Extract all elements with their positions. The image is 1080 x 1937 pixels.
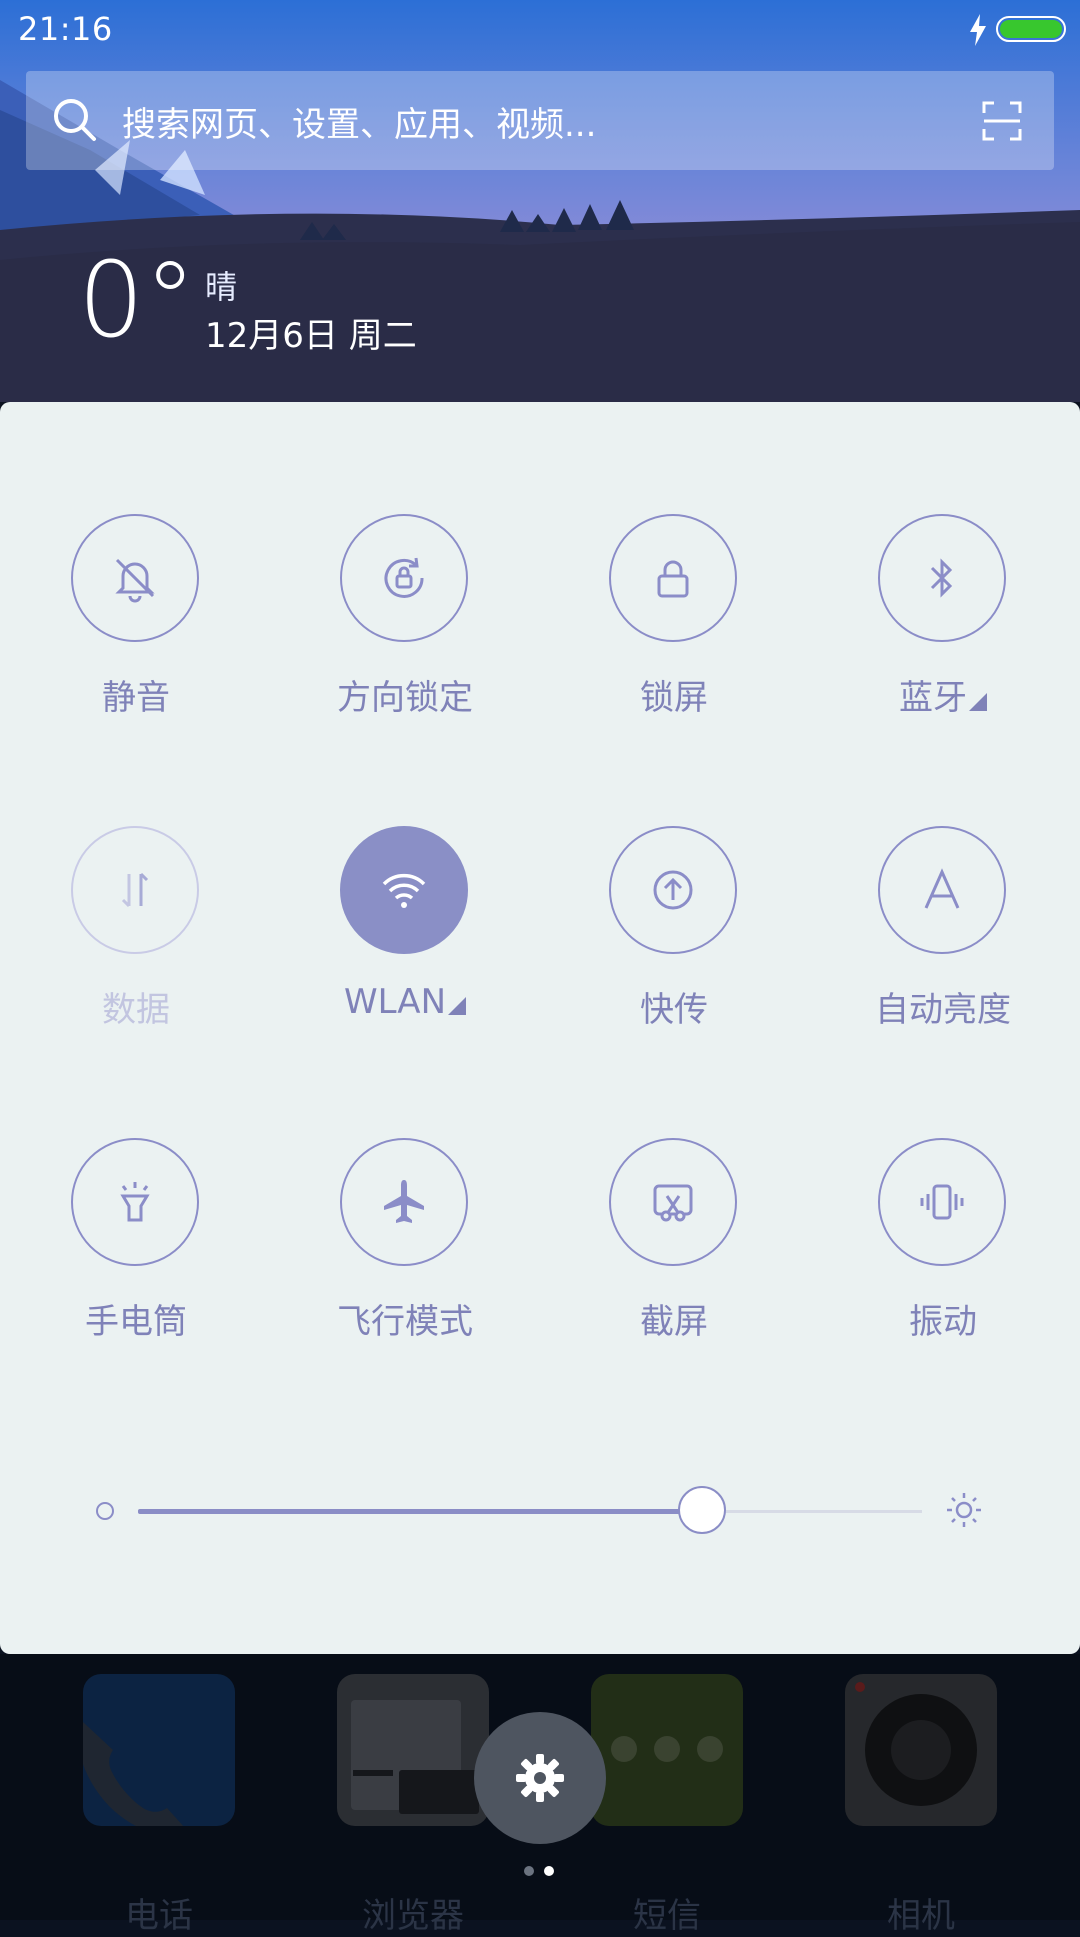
app-browser[interactable]: 浏览器 [337, 1674, 489, 1936]
tile-silent[interactable]: 静音 [11, 514, 261, 744]
tile-lock-screen[interactable]: 锁屏 [549, 514, 799, 744]
share-upload-icon [609, 826, 737, 954]
tile-label: 快传 [640, 990, 708, 1030]
gear-icon [516, 1754, 564, 1802]
status-bar: 21:16 [0, 0, 1080, 60]
airplane-icon [340, 1138, 468, 1266]
brightness-slider-fill [138, 1509, 702, 1514]
menu-triangle-icon [448, 997, 467, 1015]
weather-condition: 晴 [205, 268, 238, 306]
tile-flashlight[interactable]: 手电筒 [11, 1138, 261, 1368]
app-label: 短信 [633, 1896, 701, 1936]
clock: 21:16 [18, 10, 113, 48]
tile-vibrate[interactable]: 振动 [818, 1138, 1068, 1368]
flashlight-icon [71, 1138, 199, 1266]
app-label: 电话 [125, 1896, 193, 1936]
app-label: 相机 [887, 1896, 955, 1936]
tile-label: 飞行模式 [337, 1302, 473, 1342]
screenshot-icon [609, 1138, 737, 1266]
tile-label: 手电筒 [85, 1302, 187, 1342]
camera-icon [845, 1674, 997, 1826]
brightness-slider-thumb[interactable] [678, 1486, 726, 1534]
app-phone[interactable]: 电话 [83, 1674, 235, 1936]
data-transfer-icon [71, 826, 199, 954]
tile-label: 锁屏 [640, 678, 708, 718]
tile-label-text: 蓝牙 [899, 678, 967, 718]
messages-icon [591, 1674, 743, 1826]
charging-icon [970, 14, 986, 46]
search-bar[interactable]: 搜索网页、设置、应用、视频... [26, 71, 1054, 170]
tile-label-text: WLAN [343, 982, 447, 1022]
date: 12月6日 周二 [205, 316, 417, 356]
page-dot-active [544, 1866, 554, 1876]
app-label: 浏览器 [362, 1896, 464, 1936]
search-input[interactable]: 搜索网页、设置、应用、视频... [122, 97, 596, 146]
tile-mobile-data[interactable]: 数据 [11, 826, 261, 1056]
menu-triangle-icon [969, 693, 987, 711]
tile-label: 蓝牙 [818, 670, 1068, 719]
brightness-slider[interactable] [138, 1486, 922, 1534]
brightness-row [0, 1480, 1080, 1540]
brightness-high-icon [947, 1493, 981, 1527]
rotation-lock-icon [340, 514, 468, 642]
vibrate-icon [878, 1138, 1006, 1266]
lock-icon [609, 514, 737, 642]
wifi-icon [340, 826, 468, 954]
temperature: 0° [78, 239, 197, 361]
tile-airplane-mode[interactable]: 飞行模式 [280, 1138, 530, 1368]
app-camera[interactable]: 相机 [845, 1674, 997, 1936]
tile-label: WLAN [280, 982, 530, 1022]
bell-off-icon [71, 514, 199, 642]
tile-label: 振动 [909, 1302, 977, 1342]
app-messages[interactable]: 短信 [591, 1674, 743, 1936]
battery-icon [996, 16, 1066, 42]
tile-bluetooth[interactable]: 蓝牙 [818, 514, 1068, 744]
phone-icon [83, 1674, 235, 1826]
auto-brightness-icon [878, 826, 1006, 954]
tile-auto-brightness[interactable]: 自动亮度 [818, 826, 1068, 1056]
tile-label: 数据 [102, 990, 170, 1030]
tile-quick-share[interactable]: 快传 [549, 826, 799, 1056]
scan-icon[interactable] [982, 101, 1022, 141]
bluetooth-icon [878, 514, 1006, 642]
tile-label: 截屏 [640, 1302, 708, 1342]
tile-rotation-lock[interactable]: 方向锁定 [280, 514, 530, 744]
tile-label: 自动亮度 [875, 990, 1011, 1030]
search-icon [54, 99, 96, 141]
tile-label: 方向锁定 [337, 678, 473, 718]
quick-settings-panel: 静音 方向锁定 锁屏 蓝牙 数据 WLAN 快传 自动亮度 手电筒 飞行模式 截… [0, 402, 1080, 1654]
brightness-low-icon [96, 1502, 114, 1520]
tile-wlan[interactable]: WLAN [280, 826, 530, 1056]
page-indicator [524, 1866, 564, 1878]
settings-button[interactable] [474, 1712, 606, 1844]
page-dot [524, 1866, 534, 1876]
header: 21:16 搜索网页、设置、应用、视频... 0° 晴 12月6日 周二 [0, 0, 1080, 402]
tile-screenshot[interactable]: 截屏 [549, 1138, 799, 1368]
tile-label: 静音 [102, 678, 170, 718]
browser-icon [337, 1674, 489, 1826]
